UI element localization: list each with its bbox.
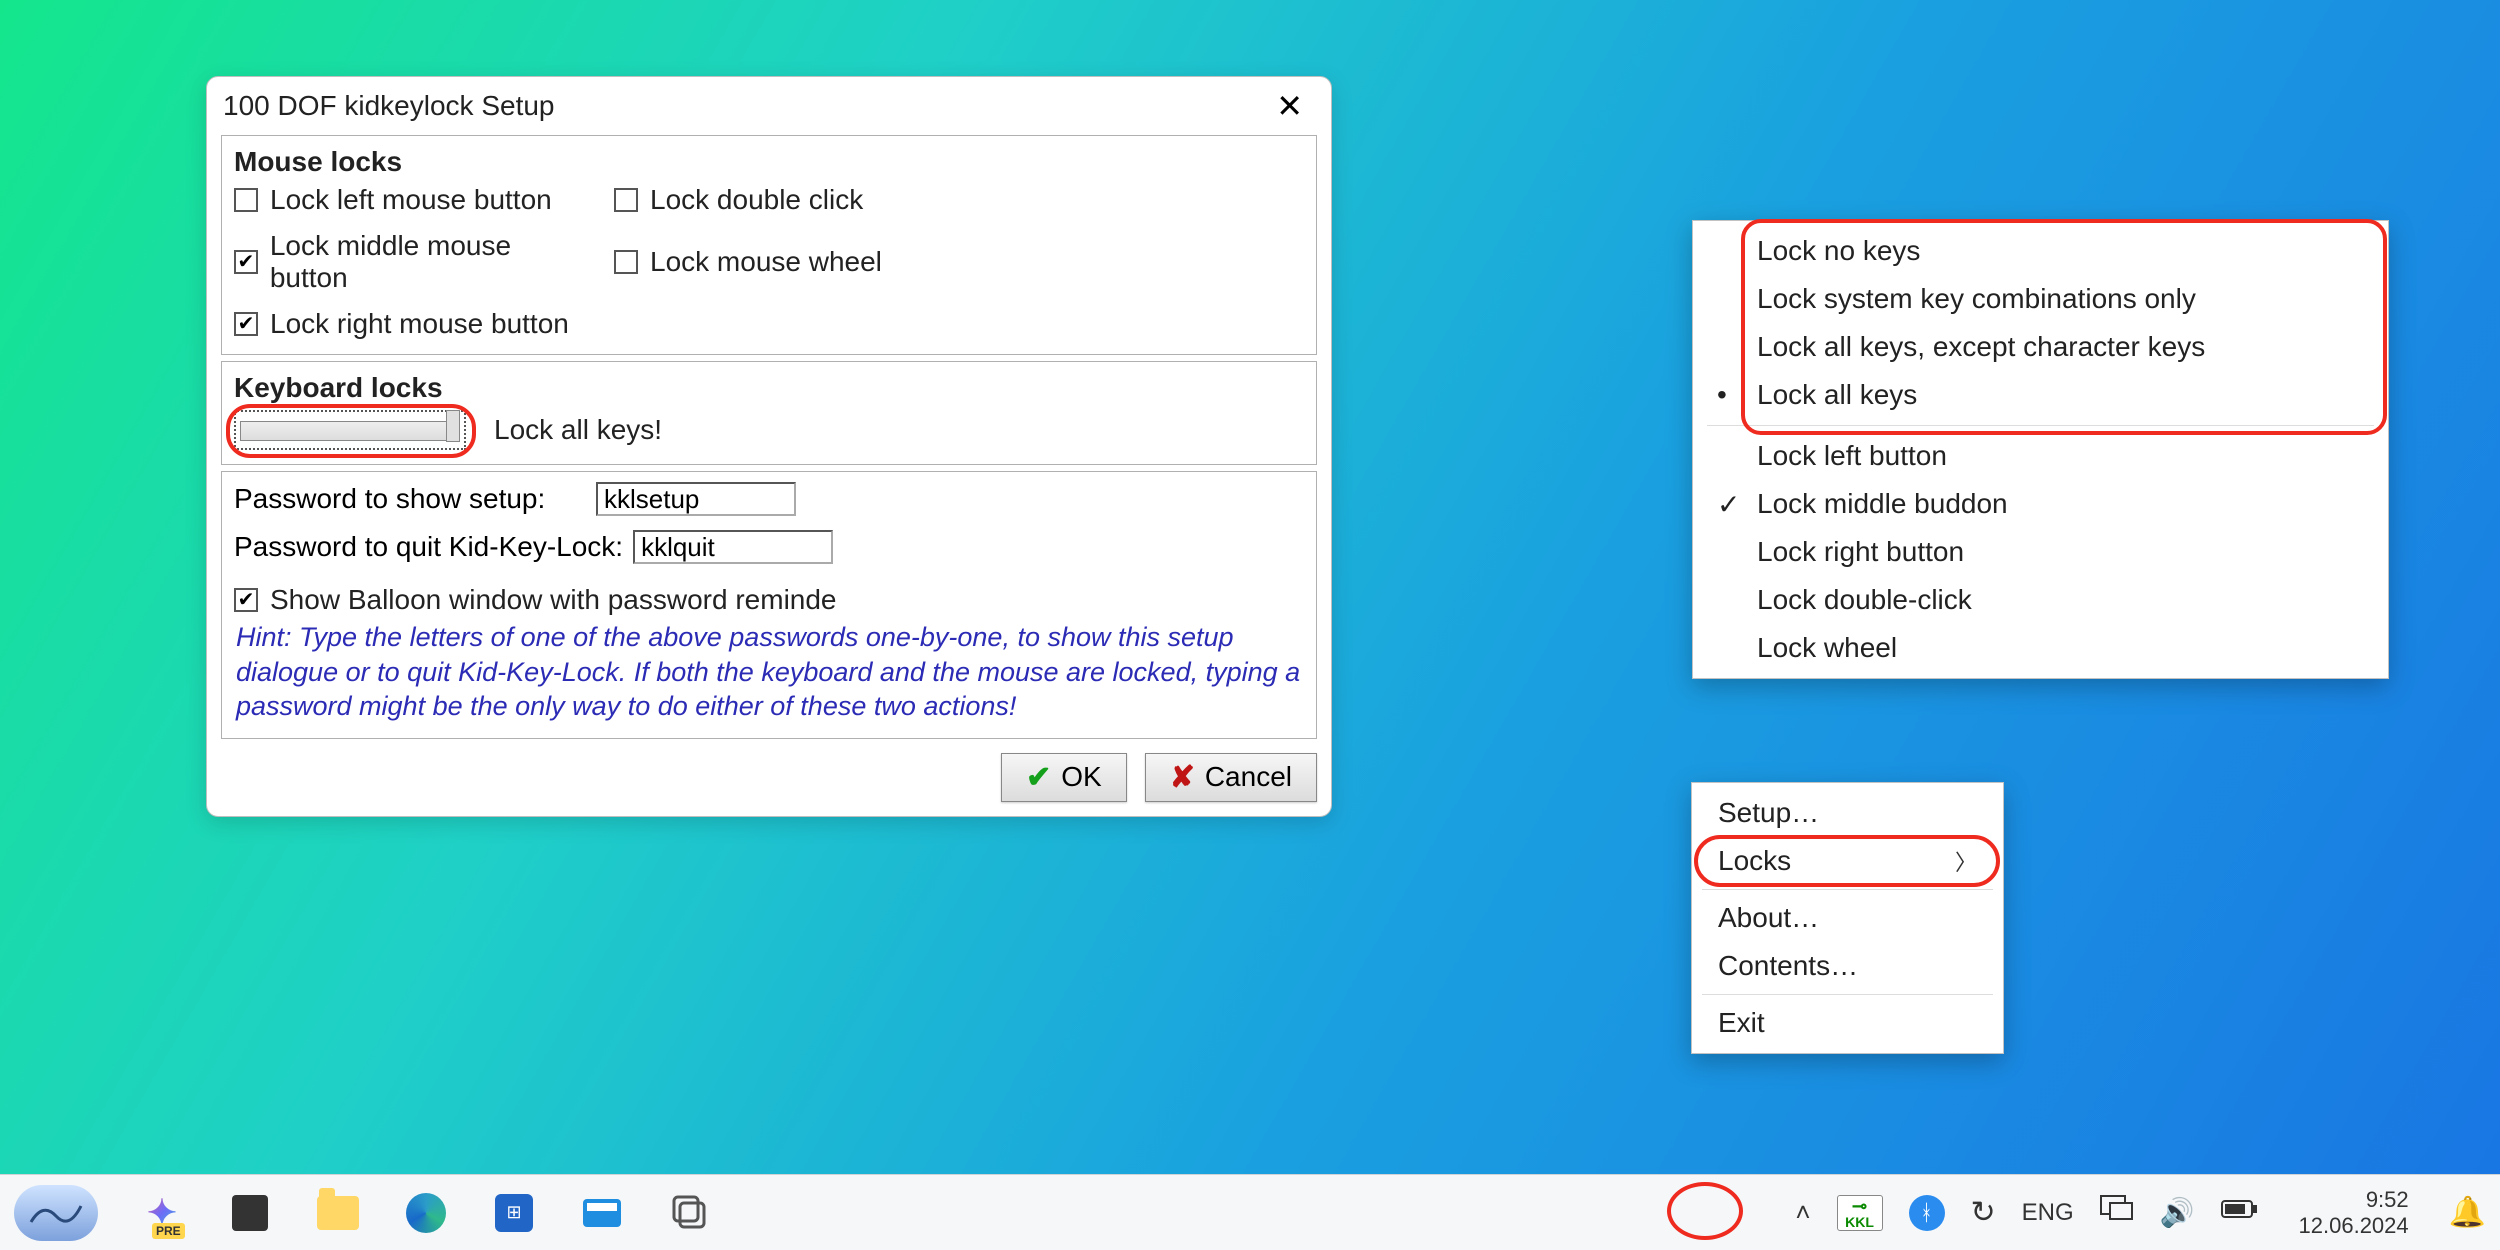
menu-lock-all-keys[interactable]: • Lock all keys: [1693, 371, 2388, 419]
menu-separator: [1707, 425, 2374, 426]
mouse-locks-heading: Mouse locks: [234, 146, 1304, 178]
task-view-icon[interactable]: [226, 1189, 274, 1237]
clock-date: 12.06.2024: [2299, 1213, 2409, 1238]
menu-label: Lock all keys, except character keys: [1757, 331, 2205, 362]
menu-label: Locks: [1718, 845, 1791, 877]
checkbox-icon: ✔: [234, 588, 258, 612]
menu-label: Setup…: [1718, 797, 1819, 829]
password-hint-text: Hint: Type the letters of one of the abo…: [234, 616, 1304, 724]
clock-time: 9:52: [2299, 1187, 2409, 1212]
checkbox-label: Lock middle mouse button: [270, 230, 594, 294]
battery-icon[interactable]: [2221, 1198, 2259, 1227]
cross-icon: ✘: [1170, 760, 1195, 795]
check-icon: ✓: [1717, 488, 1740, 521]
menu-about[interactable]: About…: [1692, 894, 2003, 942]
menu-label: Lock double-click: [1757, 584, 1972, 615]
keyboard-lock-slider-label: Lock all keys!: [494, 414, 662, 446]
checkbox-icon: ✔: [234, 312, 258, 336]
password-quit-label: Password to quit Kid-Key-Lock:: [234, 531, 623, 563]
tray-chevron-up-icon[interactable]: ˄: [1795, 1197, 1810, 1228]
keyboard-lock-slider[interactable]: [234, 410, 466, 450]
clock[interactable]: 9:52 12.06.2024: [2299, 1187, 2409, 1238]
ok-button-label: OK: [1061, 761, 1101, 793]
sync-icon[interactable]: ↻: [1971, 1195, 1996, 1230]
password-setup-label: Password to show setup:: [234, 483, 586, 515]
checkbox-icon: [234, 188, 258, 212]
menu-lock-all-except-chars[interactable]: Lock all keys, except character keys: [1693, 323, 2388, 371]
titlebar: 100 DOF kidkeylock Setup ✕: [207, 77, 1331, 129]
menu-label: Contents…: [1718, 950, 1858, 982]
lock-double-click-checkbox[interactable]: Lock double click: [614, 184, 974, 216]
menu-label: Exit: [1718, 1007, 1765, 1039]
keyboard-locks-heading: Keyboard locks: [234, 372, 1304, 404]
lock-right-mouse-checkbox[interactable]: ✔ Lock right mouse button: [234, 308, 594, 340]
menu-label: Lock no keys: [1757, 235, 1920, 266]
menu-label: Lock all keys: [1757, 379, 1917, 410]
menu-lock-double-click[interactable]: Lock double-click: [1693, 576, 2388, 624]
balloon-reminder-checkbox[interactable]: ✔ Show Balloon window with password remi…: [234, 584, 1304, 616]
notifications-icon[interactable]: 🔔: [2449, 1195, 2486, 1230]
checkbox-label: Lock right mouse button: [270, 308, 569, 340]
menu-lock-wheel[interactable]: Lock wheel: [1693, 624, 2388, 672]
copilot-icon[interactable]: ✦ PRE: [138, 1189, 186, 1237]
ok-button[interactable]: ✔ OK: [1001, 753, 1127, 802]
app-icon[interactable]: [578, 1189, 626, 1237]
kkl-tray-icon[interactable]: ⊸KKL: [1837, 1195, 1883, 1231]
menu-lock-no-keys[interactable]: Lock no keys: [1693, 227, 2388, 275]
chevron-right-icon: 〉: [1955, 845, 1977, 877]
lock-left-mouse-checkbox[interactable]: Lock left mouse button: [234, 184, 594, 216]
menu-lock-left-button[interactable]: Lock left button: [1693, 432, 2388, 480]
menu-exit[interactable]: Exit: [1692, 999, 2003, 1047]
bluetooth-icon[interactable]: ᚼ: [1909, 1195, 1945, 1231]
keyboard-locks-panel: Keyboard locks Lock all keys!: [221, 361, 1317, 465]
menu-lock-right-button[interactable]: Lock right button: [1693, 528, 2388, 576]
lock-middle-mouse-checkbox[interactable]: ✔ Lock middle mouse button: [234, 230, 594, 294]
menu-label: Lock middle buddon: [1757, 488, 2008, 519]
checkbox-label: Show Balloon window with password remind…: [270, 584, 837, 616]
window-title: 100 DOF kidkeylock Setup: [223, 90, 555, 122]
app-icon[interactable]: [666, 1189, 714, 1237]
password-setup-input[interactable]: [596, 482, 796, 516]
mouse-locks-panel: Mouse locks Lock left mouse button Lock …: [221, 135, 1317, 355]
menu-locks[interactable]: Locks 〉: [1692, 837, 2003, 885]
edge-browser-icon[interactable]: [402, 1189, 450, 1237]
menu-separator: [1702, 889, 1993, 890]
checkmark-icon: ✔: [1026, 760, 1051, 795]
file-explorer-icon[interactable]: [314, 1189, 362, 1237]
menu-lock-middle-button[interactable]: ✓ Lock middle buddon: [1693, 480, 2388, 528]
slider-thumb-icon: [446, 410, 460, 442]
menu-contents[interactable]: Contents…: [1692, 942, 2003, 990]
tray-context-menu: Setup… Locks 〉 About… Contents… Exit: [1691, 782, 2004, 1054]
checkbox-label: Lock double click: [650, 184, 863, 216]
menu-label: About…: [1718, 902, 1819, 934]
checkbox-label: Lock mouse wheel: [650, 246, 882, 278]
menu-lock-system-combos[interactable]: Lock system key combinations only: [1693, 275, 2388, 323]
display-icon[interactable]: [2100, 1195, 2134, 1230]
setup-dialog: 100 DOF kidkeylock Setup ✕ Mouse locks L…: [206, 76, 1332, 817]
cancel-button-label: Cancel: [1205, 761, 1292, 793]
checkbox-icon: [614, 188, 638, 212]
menu-setup[interactable]: Setup…: [1692, 789, 2003, 837]
menu-label: Lock system key combinations only: [1757, 283, 2196, 314]
cancel-button[interactable]: ✘ Cancel: [1145, 753, 1317, 802]
volume-icon[interactable]: 🔊: [2160, 1196, 2195, 1229]
checkbox-icon: [614, 250, 638, 274]
locks-submenu: Lock no keys Lock system key combination…: [1692, 220, 2389, 679]
start-widget-icon[interactable]: [14, 1185, 98, 1241]
language-indicator[interactable]: ENG: [2022, 1199, 2074, 1227]
menu-separator: [1702, 994, 1993, 995]
password-quit-input[interactable]: [633, 530, 833, 564]
passwords-panel: Password to show setup: Password to quit…: [221, 471, 1317, 739]
radio-icon: •: [1717, 379, 1727, 411]
menu-label: Lock wheel: [1757, 632, 1897, 663]
checkbox-icon: ✔: [234, 250, 258, 274]
close-icon[interactable]: ✕: [1268, 87, 1311, 125]
menu-label: Lock right button: [1757, 536, 1964, 567]
microsoft-store-icon[interactable]: ⊞: [490, 1189, 538, 1237]
menu-label: Lock left button: [1757, 440, 1947, 471]
lock-mouse-wheel-checkbox[interactable]: Lock mouse wheel: [614, 230, 974, 294]
checkbox-label: Lock left mouse button: [270, 184, 552, 216]
taskbar: ✦ PRE ⊞ ˄ ⊸KKL ᚼ ↻ ENG 🔊 9:52 12.06.2024: [0, 1174, 2500, 1250]
